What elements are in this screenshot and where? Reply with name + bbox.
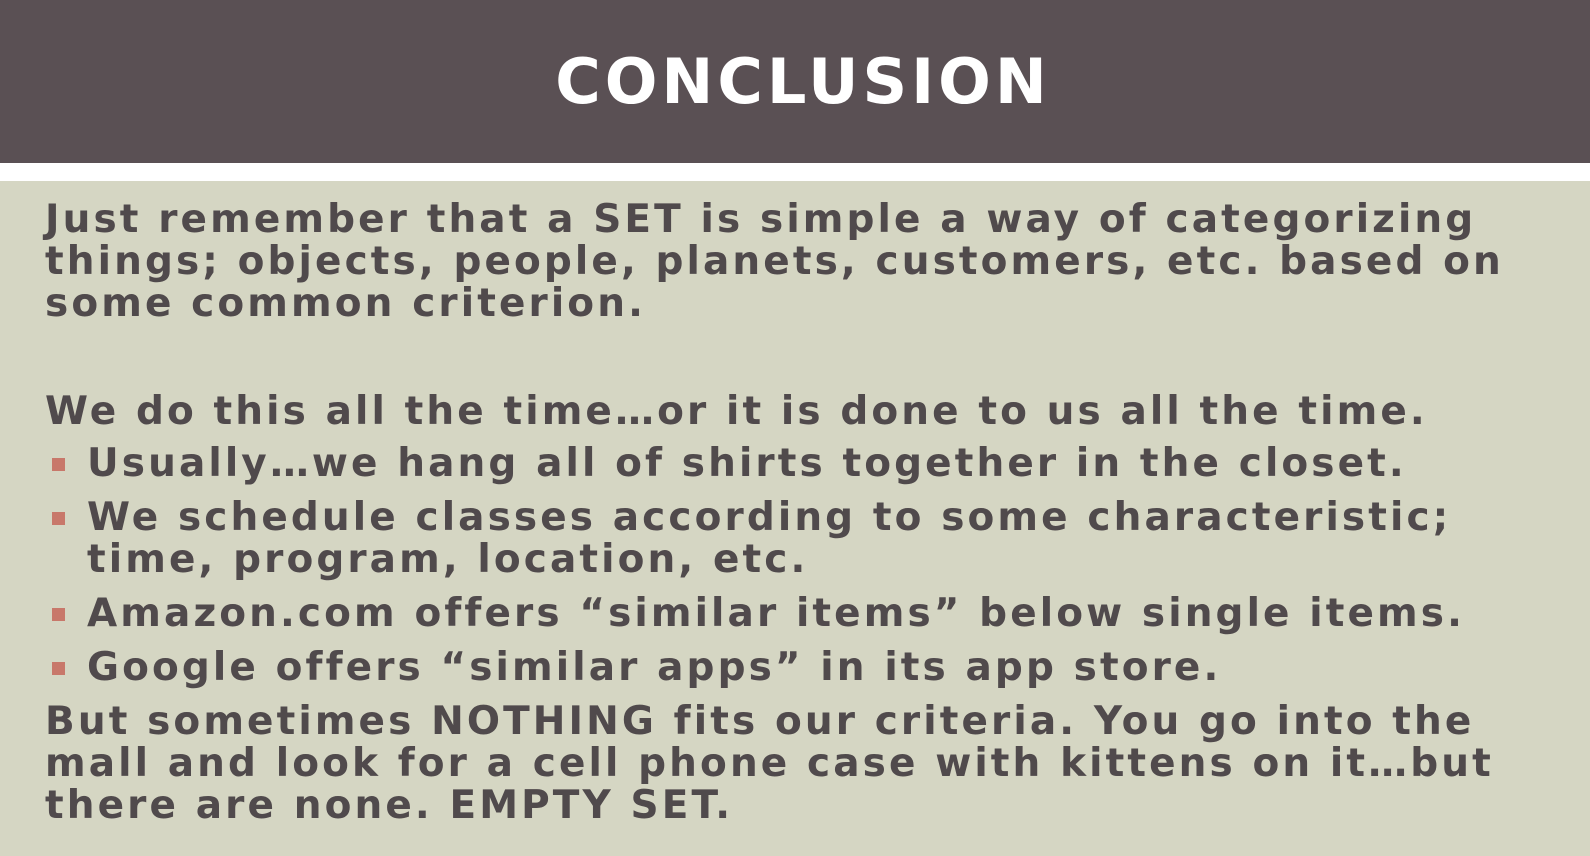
intro-paragraph: Just remember that a SET is simple a way… [45,197,1504,326]
bullet-text: Usually…we hang all of shirts together i… [87,441,1407,486]
title-divider [0,163,1590,181]
closing-paragraph: But sometimes NOTHING fits our criteria.… [45,699,1494,828]
list-item: Usually…we hang all of shirts together i… [45,443,1565,485]
list-item: Google offers “similar apps” in its app … [45,647,1565,689]
square-bullet-icon [52,608,65,621]
bullet-list: Usually…we hang all of shirts together i… [45,443,1565,701]
square-bullet-icon [52,662,65,675]
square-bullet-icon [52,458,65,471]
lead-paragraph: We do this all the time…or it is done to… [45,389,1428,434]
square-bullet-icon [52,512,65,525]
bullet-text: We schedule classes according to some ch… [87,495,1452,582]
list-item: We schedule classes according to some ch… [45,497,1565,581]
bullet-text: Google offers “similar apps” in its app … [87,645,1222,690]
title-bar: CONCLUSION [0,0,1590,163]
slide-title: CONCLUSION [555,45,1051,118]
bullet-text: Amazon.com offers “similar items” below … [87,591,1466,636]
list-item: Amazon.com offers “similar items” below … [45,593,1565,635]
